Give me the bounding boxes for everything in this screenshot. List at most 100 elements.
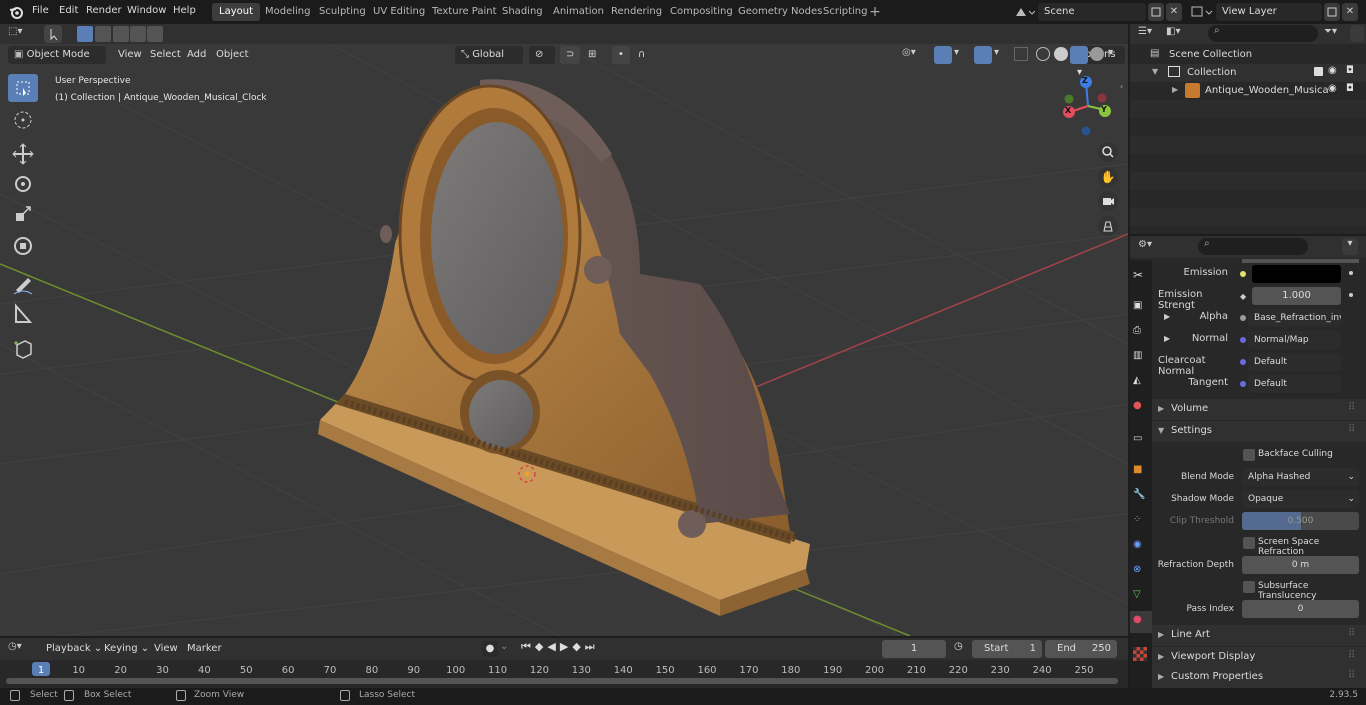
menu-add[interactable]: Add xyxy=(181,46,212,64)
particles-tab-icon[interactable]: ⁘ xyxy=(1133,514,1149,530)
custom-properties-drag-icon[interactable]: ⠿ xyxy=(1348,670,1355,681)
clearcoat-normal-socket-icon[interactable] xyxy=(1240,359,1246,365)
blend-mode-dropdown[interactable]: Alpha Hashed ⌄ xyxy=(1242,468,1359,486)
shading-dropdown-icon[interactable]: ▾ xyxy=(1108,47,1118,58)
select-box-tool[interactable] xyxy=(8,74,38,102)
line-art-drag-icon[interactable]: ⠿ xyxy=(1348,628,1355,639)
material-tab-icon[interactable]: ● xyxy=(1133,614,1149,630)
subsurface-translucency-checkbox[interactable] xyxy=(1243,581,1255,593)
collection-render-icon[interactable]: ◘ xyxy=(1346,65,1354,76)
emission-strength-field[interactable]: 1.000 xyxy=(1252,287,1341,305)
alpha-link-field[interactable]: Base_Refraction_inv... xyxy=(1248,309,1341,327)
normal-socket-icon[interactable] xyxy=(1240,337,1246,343)
current-frame-field[interactable]: 1 xyxy=(882,640,946,658)
jump-end-icon[interactable]: ⏭ xyxy=(585,640,599,653)
filter-icon[interactable]: ⏷▾ xyxy=(1324,26,1350,37)
pass-index-field[interactable]: 0 xyxy=(1242,600,1359,618)
snap-toggle-icon[interactable]: ⊃ xyxy=(560,46,580,64)
delete-scene-icon[interactable]: ✕ xyxy=(1166,3,1182,21)
object-render-icon[interactable]: ◘ xyxy=(1346,83,1354,94)
rotate-tool[interactable] xyxy=(8,170,38,198)
timeline-view-menu[interactable]: View xyxy=(148,640,184,658)
gizmo-toggle-icon[interactable] xyxy=(934,46,952,64)
outliner-search-input[interactable]: ⌕ xyxy=(1208,25,1318,42)
properties-search-input[interactable]: ⌕ xyxy=(1198,238,1308,255)
delete-view-layer-icon[interactable]: ✕ xyxy=(1342,3,1358,21)
play-icon[interactable]: ▶ xyxy=(560,640,572,653)
menu-window[interactable]: Window xyxy=(121,0,172,24)
timeline-editor-icon[interactable]: ◷▾ xyxy=(8,641,36,652)
tool-tab-icon[interactable]: ✂ xyxy=(1133,268,1149,284)
view-layer-field[interactable]: View Layer xyxy=(1216,3,1322,21)
rendered-shading-icon[interactable] xyxy=(1090,47,1104,61)
screen-space-refraction-checkbox[interactable] xyxy=(1243,537,1255,549)
tab-uv-editing[interactable]: UV Editing xyxy=(366,3,432,21)
measure-tool[interactable] xyxy=(8,300,38,328)
scene-collection-row[interactable]: ▤ Scene Collection xyxy=(1130,46,1366,64)
collection-checkbox-icon[interactable] xyxy=(1314,67,1323,76)
emission-color-field[interactable] xyxy=(1252,265,1341,283)
volume-drag-icon[interactable]: ⠿ xyxy=(1348,402,1355,413)
properties-options-icon[interactable]: ▾ xyxy=(1342,238,1358,255)
emission-socket-icon[interactable] xyxy=(1240,271,1246,277)
object-row[interactable]: ▶ Antique_Wooden_Musica ◉ ◘ xyxy=(1130,82,1366,100)
new-scene-icon[interactable] xyxy=(1148,3,1164,21)
keying-menu[interactable]: Keying ⌄ xyxy=(98,640,155,658)
proportional-edit-icon[interactable]: • xyxy=(612,46,630,64)
select-subtract-icon[interactable] xyxy=(113,26,129,42)
menu-file[interactable]: File xyxy=(26,0,55,24)
next-keyframe-icon[interactable]: ◆ xyxy=(572,640,584,653)
tab-shading[interactable]: Shading xyxy=(495,3,550,21)
material-preview-shading-icon[interactable] xyxy=(1070,46,1088,64)
tool-cursor-icon[interactable] xyxy=(44,25,62,43)
overlay-toggle-icon[interactable] xyxy=(974,46,992,64)
alpha-socket-icon[interactable] xyxy=(1240,315,1246,321)
pivot-point-icon[interactable]: ⊘ xyxy=(529,46,555,64)
navigation-gizmo[interactable]: Z Y X xyxy=(1058,74,1118,138)
output-tab-icon[interactable]: ⎙ xyxy=(1133,325,1149,341)
clip-threshold-field[interactable]: 0.500 xyxy=(1242,512,1359,530)
overlay-dropdown-icon[interactable]: ▾ xyxy=(994,47,1004,58)
select-invert-icon[interactable] xyxy=(130,26,146,42)
display-mode-icon[interactable]: ◧▾ xyxy=(1166,26,1192,37)
transform-orientation-selector[interactable]: ⤡ Global xyxy=(455,46,523,64)
tab-texture-paint[interactable]: Texture Paint xyxy=(425,3,504,21)
tab-compositing[interactable]: Compositing xyxy=(663,3,740,21)
3d-viewport[interactable]: ▣ Object Mode View Select Add Object ⤡ G… xyxy=(0,44,1128,636)
collection-tab-icon[interactable]: ▭ xyxy=(1133,433,1149,449)
menu-view[interactable]: View xyxy=(112,46,148,64)
settings-drag-icon[interactable]: ⠿ xyxy=(1348,424,1355,435)
volume-panel-header[interactable]: ▶ Volume ⠿ xyxy=(1152,399,1366,420)
tab-sculpting[interactable]: Sculpting xyxy=(312,3,373,21)
physics-tab-icon[interactable]: ◉ xyxy=(1133,539,1149,555)
timeline-scrollbar-thumb[interactable] xyxy=(6,678,1118,684)
new-collection-icon[interactable] xyxy=(1350,25,1364,42)
visibility-filter-icon[interactable]: ◎▾ xyxy=(902,47,930,63)
outliner-editor-icon[interactable]: ☰▾ xyxy=(1138,26,1164,37)
tab-modeling[interactable]: Modeling xyxy=(258,3,318,21)
keying-set-icon[interactable]: ⌄ xyxy=(500,641,514,652)
annotate-tool[interactable] xyxy=(8,270,38,298)
object-visibility-icon[interactable]: ◉ xyxy=(1328,83,1337,94)
tab-layout[interactable]: Layout xyxy=(212,3,260,21)
select-extend-icon[interactable] xyxy=(95,26,111,42)
emission-strength-socket-icon[interactable]: ◆ xyxy=(1240,292,1246,301)
zoom-view-icon[interactable] xyxy=(1098,142,1118,162)
world-tab-icon[interactable]: ● xyxy=(1133,400,1149,416)
tab-rendering[interactable]: Rendering xyxy=(604,3,669,21)
line-art-panel-header[interactable]: ▶ Line Art ⠿ xyxy=(1152,625,1366,646)
scene-selector-icon[interactable] xyxy=(1013,4,1035,20)
view-layer-icon[interactable] xyxy=(1190,4,1214,20)
preview-range-icon[interactable]: ◷ xyxy=(954,641,968,652)
sidebar-toggle-icon[interactable]: ‹ xyxy=(1120,82,1128,92)
gizmo-dropdown-icon[interactable]: ▾ xyxy=(954,47,964,58)
object-expand-icon[interactable]: ▶ xyxy=(1172,85,1178,94)
prev-keyframe-icon[interactable]: ◆ xyxy=(535,640,547,653)
view-layer-tab-icon[interactable]: ▥ xyxy=(1133,350,1149,366)
auto-keying-icon[interactable]: ● xyxy=(482,641,498,657)
viewport-display-drag-icon[interactable]: ⠿ xyxy=(1348,650,1355,661)
add-workspace-icon[interactable]: + xyxy=(868,5,882,19)
editor-type-icon[interactable]: ⬚▾ xyxy=(8,26,36,42)
settings-panel-header[interactable]: ▼ Settings ⠿ xyxy=(1152,421,1366,442)
object-tab-icon[interactable]: ■ xyxy=(1133,464,1149,480)
